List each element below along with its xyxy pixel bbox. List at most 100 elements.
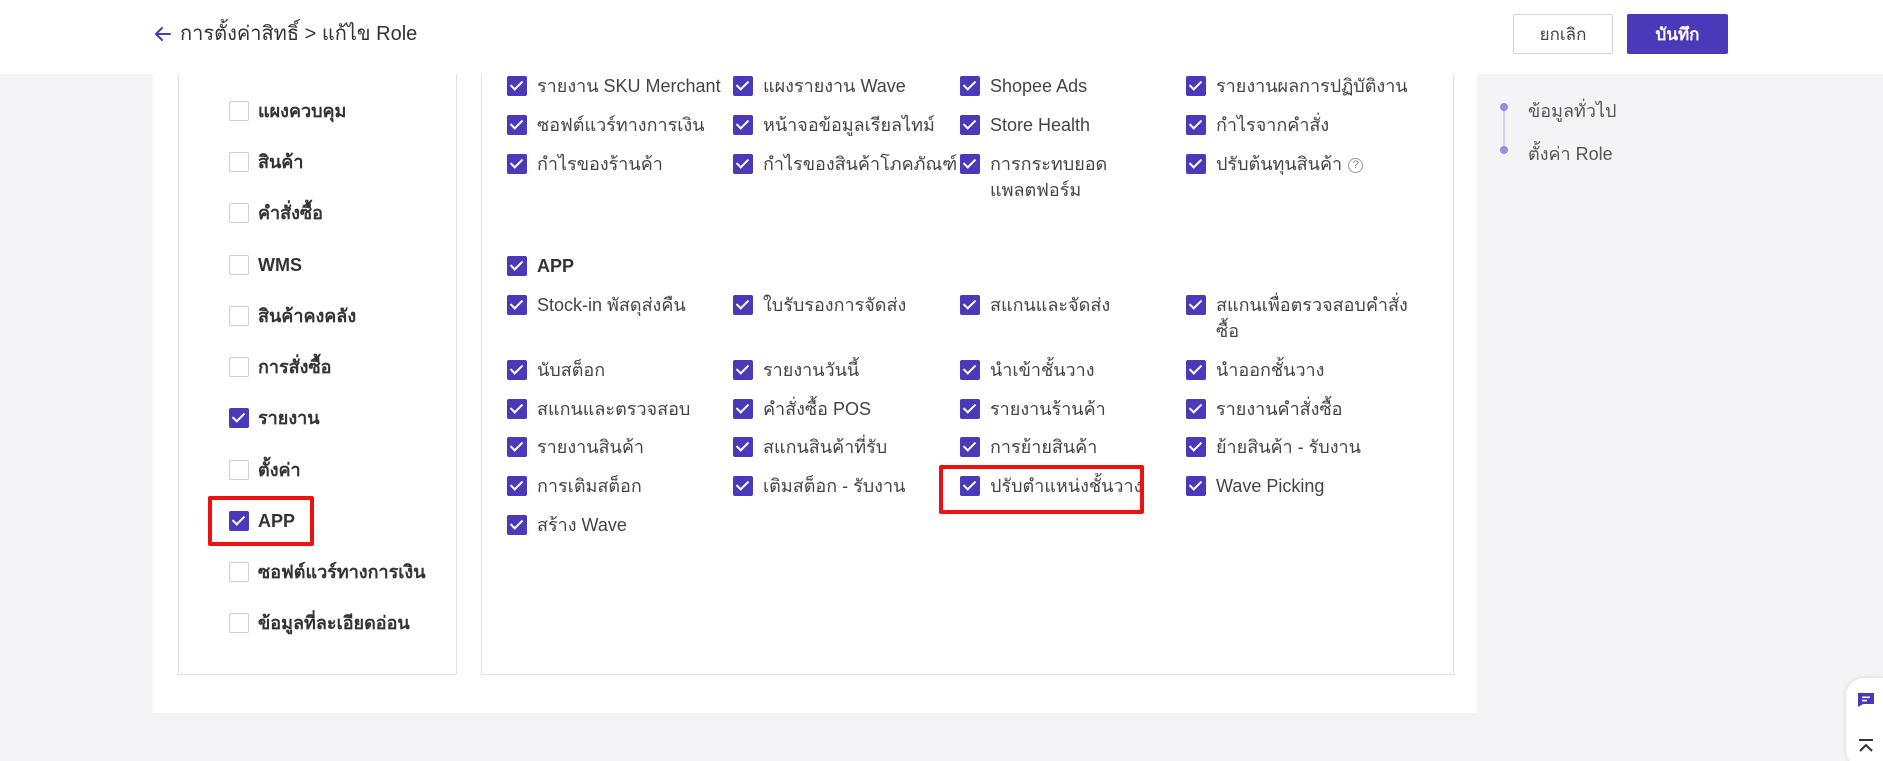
app-item-label: สแกนและจัดส่ง (990, 295, 1111, 315)
nav-item-general-info[interactable]: ข้อมูลทั่วไป (1528, 96, 1616, 125)
report-label: กำไรของร้านค้า (537, 154, 663, 174)
app-item-label: รายงานร้านค้า (990, 399, 1106, 419)
help-icon[interactable]: ? (1348, 158, 1364, 173)
category-checkbox-inventory[interactable] (229, 306, 249, 326)
app-section-title: APP (537, 256, 575, 276)
app-item-label: สแกนเพื่อตรวจสอบคำสั่งซื้อ (1216, 295, 1408, 341)
chat-icon[interactable] (1857, 692, 1875, 708)
report-checkbox[interactable] (733, 115, 753, 135)
category-checkbox-orders[interactable] (229, 203, 249, 223)
save-button[interactable]: บันทึก (1627, 14, 1728, 54)
app-item-label: รายงานวันนี้ (763, 360, 860, 380)
category-label: สินค้า (258, 152, 304, 172)
category-checkbox-purchasing[interactable] (229, 357, 249, 377)
app-item-label: สแกนสินค้าที่รับ (763, 437, 888, 457)
category-label: แผงควบคุม (258, 101, 347, 121)
app-item-label: Stock-in พัสดุส่งคืน (537, 295, 686, 315)
app-item-label: คำสั่งซื้อ POS (763, 399, 871, 419)
report-label: ซอฟต์แวร์ทางการเงิน (537, 115, 705, 135)
category-label: ตั้งค่า (258, 460, 301, 480)
app-item-checkbox[interactable] (507, 437, 527, 457)
category-checkbox-wms[interactable] (229, 255, 249, 275)
app-item-label: นำออกชั้นวาง (1216, 360, 1325, 380)
category-label: การสั่งซื้อ (258, 357, 332, 377)
app-item-label: ย้ายสินค้า - รับงาน (1216, 437, 1361, 457)
app-item-checkbox[interactable] (1186, 295, 1206, 315)
category-label: รายงาน (258, 408, 320, 428)
category-label: WMS (258, 255, 302, 275)
category-label: สินค้าคงคลัง (258, 306, 357, 326)
app-item-checkbox[interactable] (1186, 360, 1206, 380)
nav-connector (1503, 108, 1505, 150)
report-checkbox[interactable] (507, 76, 527, 96)
app-item-checkbox[interactable] (507, 515, 527, 535)
app-item-label: นำเข้าชั้นวาง (990, 360, 1095, 380)
category-label: ซอฟต์แวร์ทางการเงิน (258, 562, 426, 582)
report-checkbox[interactable] (1186, 115, 1206, 135)
category-checkbox-dashboard[interactable] (229, 101, 249, 121)
report-label: Shopee Ads (990, 76, 1088, 96)
highlight-box (939, 465, 1144, 514)
nav-item-role-settings[interactable]: ตั้งค่า Role (1528, 139, 1613, 168)
app-item-checkbox[interactable] (507, 476, 527, 496)
app-item-checkbox[interactable] (1186, 399, 1206, 419)
app-item-checkbox[interactable] (507, 399, 527, 419)
report-label: รายงานผลการปฏิบัติงาน (1216, 76, 1408, 96)
report-checkbox[interactable] (733, 76, 753, 96)
app-item-checkbox[interactable] (733, 399, 753, 419)
category-label: ข้อมูลที่ละเอียดอ่อน (258, 613, 410, 633)
category-label: คำสั่งซื้อ (258, 203, 323, 223)
app-item-checkbox[interactable] (960, 360, 980, 380)
app-item-label: สร้าง Wave (537, 515, 627, 535)
report-checkbox[interactable] (733, 154, 753, 174)
nav-dot (1500, 103, 1508, 111)
app-item-checkbox[interactable] (960, 399, 980, 419)
category-checkbox-sensitive-data[interactable] (229, 613, 249, 633)
back-to-top-icon[interactable] (1857, 738, 1875, 754)
page-header: การตั้งค่าสิทธิ์ > แก้ไข Role ยกเลิก บัน… (0, 0, 1883, 74)
category-checkbox-settings[interactable] (229, 460, 249, 480)
category-checkbox-reports[interactable] (229, 408, 249, 428)
app-item-checkbox[interactable] (507, 360, 527, 380)
app-item-checkbox[interactable] (960, 437, 980, 457)
app-item-checkbox[interactable] (507, 295, 527, 315)
category-checkbox-finance-software[interactable] (229, 562, 249, 582)
app-item-label: ใบรับรองการจัดส่ง (763, 295, 907, 315)
report-checkbox[interactable] (1186, 76, 1206, 96)
app-item-label: เติมสต็อก - รับงาน (763, 476, 906, 496)
app-item-label: Wave Picking (1216, 476, 1325, 496)
breadcrumb: การตั้งค่าสิทธิ์ > แก้ไข Role (180, 23, 418, 45)
report-checkbox[interactable] (507, 154, 527, 174)
report-label: หน้าจอข้อมูลเรียลไทม์ (763, 115, 935, 135)
nav-dot (1500, 146, 1508, 154)
app-item-label: การย้ายสินค้า (990, 437, 1098, 457)
app-item-checkbox[interactable] (733, 476, 753, 496)
report-label: กำไรจากคำสั่ง (1216, 115, 1330, 135)
report-checkbox[interactable] (960, 76, 980, 96)
report-checkbox[interactable] (1186, 154, 1206, 174)
report-checkbox[interactable] (507, 115, 527, 135)
report-label: แผงรายงาน Wave (763, 76, 906, 96)
app-item-checkbox[interactable] (960, 295, 980, 315)
cancel-button[interactable]: ยกเลิก (1513, 14, 1613, 54)
app-item-checkbox[interactable] (1186, 476, 1206, 496)
app-item-checkbox[interactable] (733, 295, 753, 315)
report-checkbox[interactable] (960, 115, 980, 135)
report-label: การกระทบยอดแพลตฟอร์ม (990, 154, 1108, 200)
app-item-label: การเติมสต็อก (537, 476, 642, 496)
report-label: Store Health (990, 115, 1091, 135)
app-item-checkbox[interactable] (1186, 437, 1206, 457)
report-label: ปรับต้นทุนสินค้า (1216, 154, 1343, 174)
app-item-label: รายงานคำสั่งซื้อ (1216, 399, 1343, 419)
back-arrow-icon[interactable] (154, 25, 172, 43)
report-label-with-help: ปรับต้นทุนสินค้า? (1216, 151, 1364, 177)
app-section-checkbox[interactable] (507, 256, 527, 276)
highlight-box (208, 496, 314, 546)
app-item-label: รายงานสินค้า (537, 437, 644, 457)
report-label: กำไรของสินค้าโภคภัณฑ์ (763, 154, 958, 174)
app-item-checkbox[interactable] (733, 437, 753, 457)
report-checkbox[interactable] (960, 154, 980, 174)
category-checkbox-products[interactable] (229, 152, 249, 172)
app-item-label: สแกนและตรวจสอบ (537, 399, 691, 419)
app-item-checkbox[interactable] (733, 360, 753, 380)
